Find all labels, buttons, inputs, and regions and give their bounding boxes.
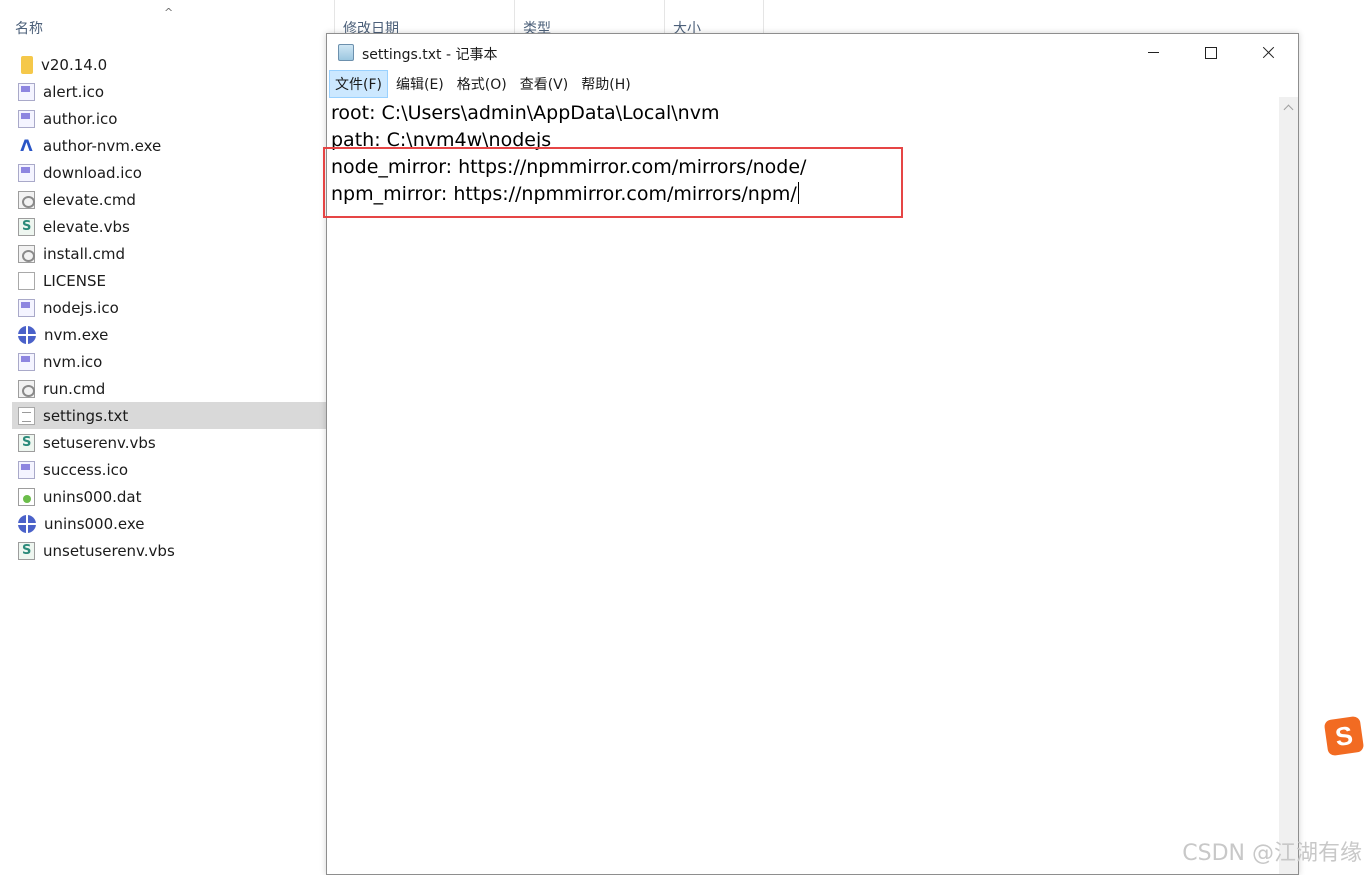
file-row[interactable]: unsetuserenv.vbs	[12, 537, 326, 564]
vbs-file-icon	[18, 433, 35, 452]
vbs-file-icon	[18, 217, 35, 236]
exe-app-icon: Λ	[20, 135, 33, 155]
sort-ascending-icon: ^	[164, 6, 174, 19]
file-row[interactable]: elevate.cmd	[12, 186, 326, 213]
file-row[interactable]: settings.txt	[12, 402, 326, 429]
image-file-icon	[18, 352, 35, 371]
menu-format[interactable]: 格式(O)	[452, 71, 512, 97]
vbs-file-icon	[18, 541, 35, 560]
script-file-icon	[18, 379, 35, 398]
column-header-name[interactable]: 名称 ^	[0, 0, 334, 40]
close-button[interactable]	[1240, 34, 1298, 71]
folder-icon	[21, 55, 33, 74]
file-name: download.ico	[43, 163, 142, 182]
file-name: v20.14.0	[41, 55, 108, 74]
file-name: LICENSE	[43, 271, 106, 290]
file-row[interactable]: nvm.exe	[12, 321, 326, 348]
file-row[interactable]: run.cmd	[12, 375, 326, 402]
file-row[interactable]: elevate.vbs	[12, 213, 326, 240]
text-editor[interactable]: root: C:\Users\admin\AppData\Local\nvm p…	[323, 97, 1279, 874]
file-name: install.cmd	[43, 244, 126, 263]
text-line-root: root: C:\Users\admin\AppData\Local\nvm	[331, 102, 720, 124]
text-file-icon	[18, 406, 35, 425]
vertical-scrollbar[interactable]	[1279, 97, 1298, 874]
menu-file[interactable]: 文件(F)	[329, 70, 388, 98]
minimize-button[interactable]	[1124, 34, 1182, 71]
sogou-ime-icon[interactable]: S	[1323, 715, 1365, 757]
menu-edit[interactable]: 编辑(E)	[391, 71, 449, 97]
file-row[interactable]: Λauthor-nvm.exe	[12, 132, 326, 159]
file-row[interactable]: alert.ico	[12, 78, 326, 105]
file-row[interactable]: unins000.dat	[12, 483, 326, 510]
file-name: alert.ico	[43, 82, 104, 101]
file-row[interactable]: LICENSE	[12, 267, 326, 294]
image-file-icon	[18, 298, 35, 317]
file-name: success.ico	[43, 460, 129, 479]
document-file-icon	[18, 271, 35, 290]
image-file-icon	[18, 163, 35, 182]
notepad-window: settings.txt - 记事本 文件(F) 编辑(E) 格式(O) 查看(…	[323, 33, 1299, 875]
column-header-name-label: 名称	[15, 21, 43, 37]
window-title: settings.txt - 记事本	[362, 47, 498, 63]
file-name: elevate.vbs	[43, 217, 130, 236]
media-file-icon	[18, 487, 35, 506]
file-name: nvm.exe	[44, 325, 109, 344]
file-row[interactable]: unins000.exe	[12, 510, 326, 537]
file-name: run.cmd	[43, 379, 106, 398]
file-row[interactable]: download.ico	[12, 159, 326, 186]
file-row[interactable]: success.ico	[12, 456, 326, 483]
file-name: elevate.cmd	[43, 190, 136, 209]
maximize-button[interactable]	[1182, 34, 1240, 71]
file-name: unsetuserenv.vbs	[43, 541, 175, 560]
scroll-up-arrow-icon[interactable]	[1283, 102, 1294, 113]
file-name: author.ico	[43, 109, 118, 128]
file-row[interactable]: install.cmd	[12, 240, 326, 267]
watermark: CSDN @江湖有缘	[1182, 841, 1362, 866]
file-row[interactable]: author.ico	[12, 105, 326, 132]
menu-bar: 文件(F) 编辑(E) 格式(O) 查看(V) 帮助(H)	[327, 70, 1298, 98]
script-file-icon	[18, 190, 35, 209]
file-name: unins000.exe	[44, 514, 145, 533]
notepad-app-icon	[338, 44, 354, 61]
image-file-icon	[18, 109, 35, 128]
menu-help[interactable]: 帮助(H)	[576, 71, 635, 97]
file-name: nodejs.ico	[43, 298, 119, 317]
title-bar[interactable]: settings.txt - 记事本	[327, 34, 1298, 71]
menu-view[interactable]: 查看(V)	[515, 71, 574, 97]
image-file-icon	[18, 82, 35, 101]
file-row[interactable]: nodejs.ico	[12, 294, 326, 321]
file-name: author-nvm.exe	[43, 136, 162, 155]
highlight-annotation-box	[323, 147, 903, 218]
image-file-icon	[18, 460, 35, 479]
file-name: unins000.dat	[43, 487, 142, 506]
globe-app-icon	[18, 325, 36, 344]
file-list: v20.14.0 alert.ico author.ico Λauthor-nvm.e…	[12, 51, 326, 564]
globe-app-icon	[18, 514, 36, 533]
file-name: setuserenv.vbs	[43, 433, 156, 452]
file-row[interactable]: setuserenv.vbs	[12, 429, 326, 456]
file-row[interactable]: nvm.ico	[12, 348, 326, 375]
file-name: settings.txt	[43, 406, 129, 425]
script-file-icon	[18, 244, 35, 263]
file-name: nvm.ico	[43, 352, 103, 371]
file-row[interactable]: v20.14.0	[12, 51, 326, 78]
